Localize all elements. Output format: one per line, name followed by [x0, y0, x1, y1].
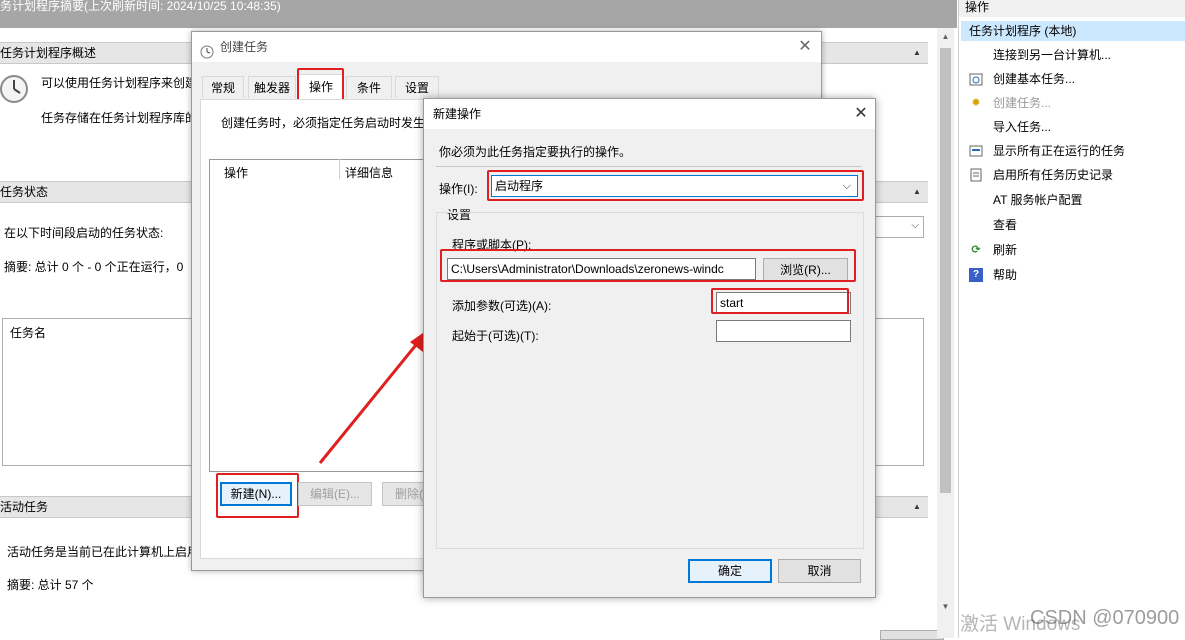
status-title: 任务状态: [0, 185, 49, 199]
status-prompt: 在以下时间段启动的任务状态:: [4, 226, 164, 240]
annotation-arrow: [318, 328, 430, 464]
action-label: 刷新: [993, 243, 1018, 257]
action-label: 显示所有正在运行的任务: [993, 144, 1126, 158]
column-action[interactable]: 操作: [224, 164, 248, 181]
refresh-button[interactable]: [880, 630, 944, 640]
actions-pane: 操作 任务计划程序 (本地) 连接到另一台计算机... 创建基本任务... ✹ …: [958, 0, 1185, 638]
action-show-running[interactable]: 显示所有正在运行的任务: [961, 140, 1185, 162]
action-import-task[interactable]: 导入任务...: [961, 116, 1185, 138]
vertical-scrollbar[interactable]: ▲ ▼: [937, 28, 954, 638]
action-create-task[interactable]: ✹ 创建任务...: [961, 92, 1185, 114]
action-label: 查看: [993, 218, 1018, 232]
action-enable-history[interactable]: 启用所有任务历史记录: [961, 164, 1185, 186]
action-refresh[interactable]: ⟳ 刷新: [961, 239, 1185, 261]
action-label: 帮助: [993, 268, 1018, 282]
period-dropdown[interactable]: ⌵: [870, 216, 924, 238]
running-tasks-icon: [969, 144, 983, 158]
chevron-down-icon: ⌵: [911, 220, 919, 231]
collapse-icon[interactable]: ▲: [910, 501, 924, 513]
divider: [436, 166, 862, 167]
action-create-basic-task[interactable]: 创建基本任务...: [961, 68, 1185, 90]
summary-title-bar: 务计划程序摘要(上次刷新时间: 2024/10/25 10:48:35): [0, 0, 957, 28]
action-label: 创建任务...: [993, 96, 1052, 110]
active-title: 活动任务: [0, 500, 49, 514]
scrollbar-thumb[interactable]: [940, 48, 951, 493]
help-icon: ?: [969, 268, 983, 282]
column-divider: [339, 159, 340, 179]
tab-settings[interactable]: 设置: [395, 76, 439, 98]
column-task-name[interactable]: 任务名: [10, 324, 46, 341]
new-action-description: 你必须为此任务指定要执行的操作。: [439, 145, 632, 159]
scroll-up-icon[interactable]: ▲: [937, 32, 954, 41]
highlight-box: [297, 68, 344, 103]
ok-button[interactable]: 确定: [688, 559, 772, 583]
highlight-box: [487, 170, 864, 201]
start-in-input[interactable]: [716, 320, 851, 342]
action-label: 创建基本任务...: [993, 72, 1076, 86]
delete-action-button[interactable]: 删除(: [382, 482, 427, 506]
arguments-label: 添加参数(可选)(A):: [452, 299, 552, 313]
overview-line-1: 可以使用任务计划程序来创建: [41, 76, 198, 90]
action-connect-computer[interactable]: 连接到另一台计算机...: [961, 44, 1185, 66]
clock-icon: [0, 72, 30, 106]
active-desc: 活动任务是当前已在此计算机上启用: [7, 545, 200, 559]
overview-line-2: 任务存储在任务计划程序库的: [41, 111, 198, 125]
highlight-box: [440, 249, 856, 282]
status-summary: 摘要: 总计 0 个 - 0 个正在运行，0: [4, 260, 184, 274]
collapse-icon[interactable]: ▲: [910, 186, 924, 198]
close-icon[interactable]: ✕: [850, 103, 872, 125]
action-help[interactable]: ? 帮助: [961, 264, 1185, 286]
actions-group-task-scheduler[interactable]: 任务计划程序 (本地): [961, 21, 1185, 41]
action-at-service[interactable]: AT 服务帐户配置: [961, 189, 1185, 211]
history-icon: [969, 168, 983, 182]
highlight-box: [216, 473, 299, 518]
action-type-label-text: 操作(I):: [439, 182, 478, 196]
new-action-title: 新建操作: [424, 99, 875, 129]
create-task-icon: ✹: [971, 97, 981, 109]
basic-task-icon: [969, 72, 983, 86]
summary-title: 务计划程序摘要(上次刷新时间: 2024/10/25 10:48:35): [0, 0, 281, 13]
action-label: 导入任务...: [993, 120, 1052, 134]
create-task-title: 创建任务: [220, 40, 269, 54]
csdn-watermark: CSDN @070900: [1030, 607, 1180, 629]
cancel-button[interactable]: 取消: [778, 559, 861, 583]
new-action-dialog: 新建操作 ✕ 你必须为此任务指定要执行的操作。 操作(I): 启动程序 ⌵ 设置…: [423, 98, 876, 598]
action-view[interactable]: 查看: [961, 214, 1185, 236]
tab-general[interactable]: 常规: [202, 76, 244, 98]
clock-icon: [200, 40, 214, 59]
tab-triggers[interactable]: 触发器: [248, 76, 296, 98]
action-label: 启用所有任务历史记录: [993, 168, 1114, 182]
refresh-icon: ⟳: [971, 244, 981, 256]
action-label: 连接到另一台计算机...: [993, 48, 1112, 62]
tab-conditions[interactable]: 条件: [346, 76, 392, 98]
highlight-box: [711, 288, 849, 314]
action-label: AT 服务帐户配置: [993, 193, 1083, 207]
scroll-down-icon[interactable]: ▼: [937, 602, 954, 611]
close-icon[interactable]: ✕: [794, 36, 816, 58]
create-task-titlebar: 创建任务: [192, 32, 821, 62]
column-details[interactable]: 详细信息: [345, 164, 393, 181]
edit-action-button[interactable]: 编辑(E)...: [298, 482, 372, 506]
actions-pane-header: 操作: [959, 0, 1185, 17]
action-type-label: 操作(I):: [439, 180, 478, 197]
collapse-icon[interactable]: ▲: [910, 47, 924, 59]
overview-title: 任务计划程序概述: [0, 46, 97, 60]
start-in-label: 起始于(可选)(T):: [452, 329, 539, 343]
active-summary: 摘要: 总计 57 个: [7, 578, 94, 592]
actions-hint: 创建任务时，必须指定任务启动时发生: [221, 116, 426, 130]
